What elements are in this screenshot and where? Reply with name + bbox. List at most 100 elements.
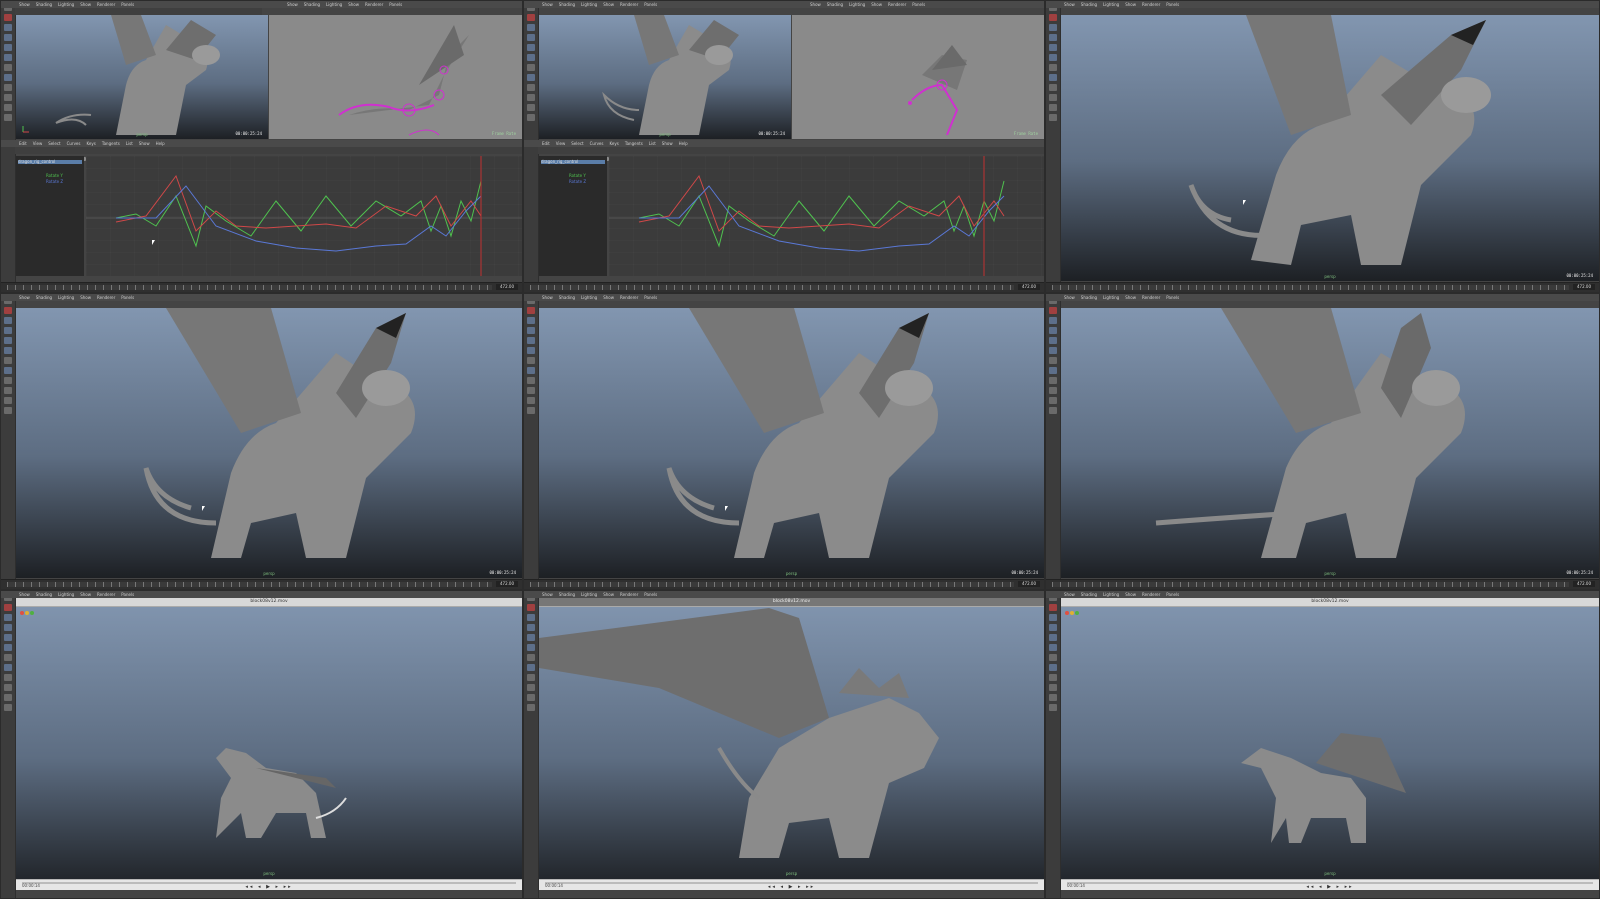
outliner-row-rig[interactable]: dragon_rig_control — [18, 160, 82, 164]
shelf-icons[interactable] — [15, 8, 262, 22]
graph-editor-toolbar[interactable] — [15, 147, 522, 161]
menu-renderer[interactable]: Renderer — [97, 591, 115, 598]
menu-panels[interactable]: Panels — [121, 591, 134, 598]
menu-renderer[interactable]: Renderer — [1142, 1, 1160, 8]
menu-shading[interactable]: Shading — [559, 1, 575, 8]
end-frame-field[interactable]: 472.00 — [1573, 284, 1595, 290]
menu-lighting[interactable]: Lighting — [1103, 294, 1119, 301]
menu-renderer[interactable]: Renderer — [620, 591, 638, 598]
menu-renderer[interactable]: Renderer — [97, 1, 115, 8]
menu-show[interactable]: Show — [19, 294, 30, 301]
menu-show-2[interactable]: Show — [603, 294, 614, 301]
menu-panels[interactable]: Panels — [1166, 591, 1179, 598]
viewport-menubar[interactable]: Show Shading Lighting Show Renderer Pane… — [524, 591, 1044, 598]
ge-menu-curves[interactable]: Curves — [590, 140, 604, 147]
menu-panels[interactable]: Panels — [644, 294, 657, 301]
menu-lighting[interactable]: Lighting — [326, 1, 342, 8]
ge-menu-select[interactable]: Select — [48, 140, 60, 147]
menu-panels[interactable]: Panels — [121, 294, 134, 301]
menu-show-2[interactable]: Show — [80, 294, 91, 301]
viewport-persp-shaded[interactable]: 00:00:25:24 persp — [539, 15, 791, 139]
time-slider[interactable]: 472.00 — [1046, 579, 1599, 589]
menu-show-2[interactable]: Show — [80, 1, 91, 8]
graph-editor-curves[interactable] — [86, 156, 522, 276]
end-frame-field[interactable]: 472.00 — [496, 284, 518, 290]
viewport-persp-shaded[interactable]: 00:00:25:24 persp — [1061, 15, 1599, 281]
ge-menu-help[interactable]: Help — [156, 140, 165, 147]
time-slider[interactable]: 472.00 — [1, 282, 522, 292]
end-frame-field[interactable]: 472.00 — [1018, 581, 1040, 587]
viewport-menubar[interactable]: Show Shading Lighting Show Renderer Pane… — [1046, 294, 1599, 301]
time-slider[interactable]: 472.00 — [524, 579, 1044, 589]
menu-show-2[interactable]: Show — [603, 591, 614, 598]
menu-show[interactable]: Show — [287, 1, 298, 8]
viewport2-menubar[interactable]: Show Shading Lighting Show Renderer Pane… — [792, 1, 1044, 8]
time-ruler[interactable] — [1052, 285, 1569, 290]
menu-show[interactable]: Show — [542, 1, 553, 8]
graph-editor-menubar[interactable]: Edit View Select Curves Keys Tangents Li… — [524, 140, 1044, 147]
time-ruler[interactable] — [530, 582, 1014, 587]
menu-panels[interactable]: Panels — [1166, 294, 1179, 301]
graph-editor-outliner[interactable]: dragon_rig_control Rotate Y Rotate Z — [539, 156, 607, 276]
menu-shading[interactable]: Shading — [36, 294, 52, 301]
graph-editor-menubar[interactable]: Edit View Select Curves Keys Tangents Li… — [1, 140, 522, 147]
menu-show[interactable]: Show — [19, 591, 30, 598]
ge-menu-tangents[interactable]: Tangents — [102, 140, 120, 147]
time-slider[interactable]: 472.00 — [1046, 282, 1599, 292]
menu-shading[interactable]: Shading — [827, 1, 843, 8]
menu-renderer[interactable]: Renderer — [365, 1, 383, 8]
menu-show-2[interactable]: Show — [1125, 294, 1136, 301]
playback-buttons[interactable]: ◂◂ ◂ ▶ ▸ ▸▸ — [1306, 884, 1353, 890]
end-frame-field[interactable]: 472.00 — [1573, 581, 1595, 587]
ge-menu-tangents[interactable]: Tangents — [625, 140, 643, 147]
menu-renderer[interactable]: Renderer — [1142, 294, 1160, 301]
quicktime-video[interactable]: block08v12.mov 00:00:25:24 persp 00:00:1… — [1061, 598, 1599, 890]
menu-shading[interactable]: Shading — [1081, 294, 1097, 301]
viewport2-menubar[interactable]: Show Shading Lighting Show Renderer Pane… — [269, 1, 522, 8]
menu-renderer[interactable]: Renderer — [888, 1, 906, 8]
quicktime-controls[interactable]: 00:00:14 ◂◂ ◂ ▶ ▸ ▸▸ — [16, 879, 522, 890]
menu-panels[interactable]: Panels — [1166, 1, 1179, 8]
menu-show[interactable]: Show — [1064, 1, 1075, 8]
ge-menu-list[interactable]: List — [649, 140, 656, 147]
viewport-menubar[interactable]: Show Shading Lighting Show Renderer Pane… — [1046, 591, 1599, 598]
menu-shading[interactable]: Shading — [559, 294, 575, 301]
viewport-menubar[interactable]: Show Shading Lighting Show Renderer Pane… — [1, 294, 522, 301]
menu-show[interactable]: Show — [1064, 294, 1075, 301]
ge-menu-curves[interactable]: Curves — [67, 140, 81, 147]
menu-panels[interactable]: Panels — [644, 1, 657, 8]
menu-renderer[interactable]: Renderer — [97, 294, 115, 301]
menu-lighting[interactable]: Lighting — [58, 591, 74, 598]
ge-menu-view[interactable]: View — [33, 140, 43, 147]
menu-lighting[interactable]: Lighting — [581, 294, 597, 301]
time-slider[interactable]: 472.00 — [524, 282, 1044, 292]
menu-panels[interactable]: Panels — [389, 1, 402, 8]
menu-show-2[interactable]: Show — [603, 1, 614, 8]
menu-lighting[interactable]: Lighting — [1103, 591, 1119, 598]
menu-show-2[interactable]: Show — [348, 1, 359, 8]
end-frame-field[interactable]: 472.00 — [496, 581, 518, 587]
outliner-row-rotate-y[interactable]: Rotate Y — [569, 174, 605, 178]
viewport-persp-shaded[interactable]: 00:00:25:24 persp — [16, 15, 268, 139]
ge-menu-show[interactable]: Show — [662, 140, 673, 147]
menu-lighting[interactable]: Lighting — [58, 294, 74, 301]
menu-shading[interactable]: Shading — [559, 591, 575, 598]
viewport-menubar[interactable]: Show Shading Lighting Show Renderer Pane… — [524, 294, 1044, 301]
menu-show-2[interactable]: Show — [871, 1, 882, 8]
menu-show[interactable]: Show — [810, 1, 821, 8]
quicktime-video[interactable]: block08v12.mov 00:00:25:24 persp 00:00:1… — [539, 598, 1044, 890]
menu-lighting[interactable]: Lighting — [849, 1, 865, 8]
playback-buttons[interactable]: ◂◂ ◂ ▶ ▸ ▸▸ — [768, 884, 815, 890]
time-ruler[interactable] — [530, 285, 1014, 290]
menu-panels[interactable]: Panels — [121, 1, 134, 8]
viewport-persp-shaded[interactable]: 00:00:25:24 persp — [539, 308, 1044, 578]
viewport-menubar[interactable]: Show Shading Lighting Show Renderer Pane… — [1046, 1, 1599, 8]
menu-lighting[interactable]: Lighting — [581, 1, 597, 8]
menu-show[interactable]: Show — [542, 294, 553, 301]
menu-show-2[interactable]: Show — [1125, 1, 1136, 8]
menu-show[interactable]: Show — [1064, 591, 1075, 598]
playback-buttons[interactable]: ◂◂ ◂ ▶ ▸ ▸▸ — [245, 884, 292, 890]
viewport-menubar[interactable]: Show Shading Lighting Show Renderer Pane… — [1, 591, 522, 598]
menu-panels[interactable]: Panels — [912, 1, 925, 8]
menu-show[interactable]: Show — [542, 591, 553, 598]
